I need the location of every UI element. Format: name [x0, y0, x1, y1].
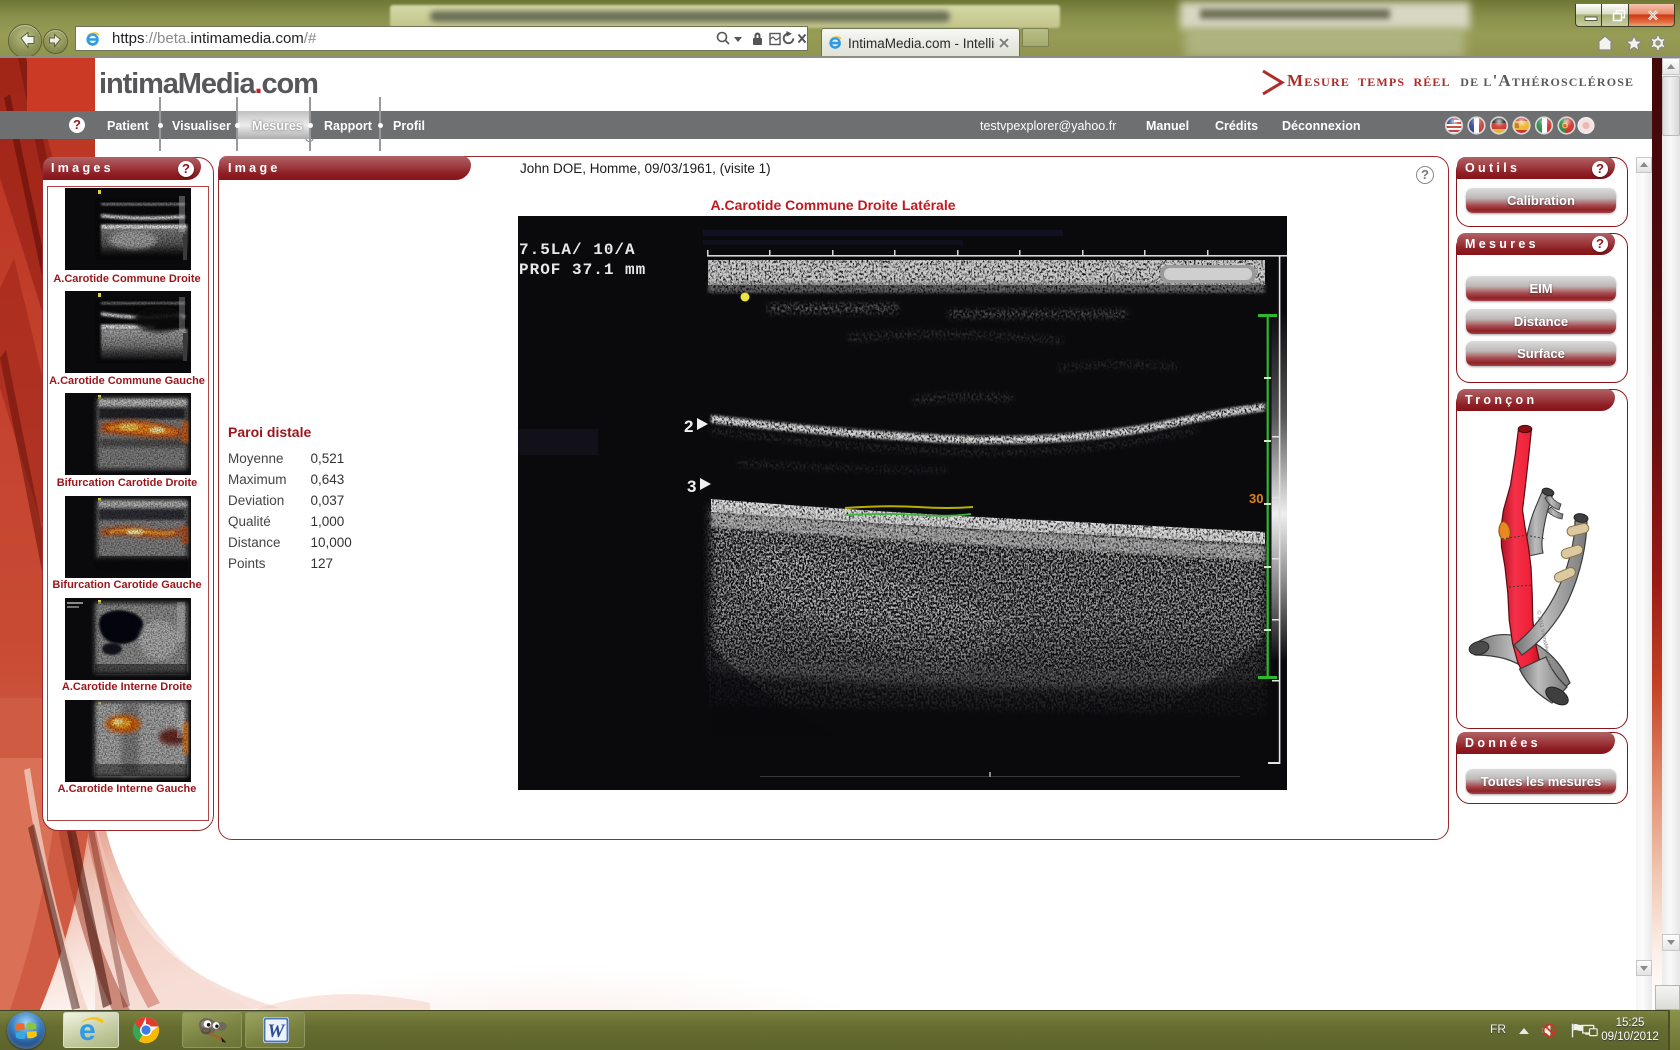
svg-text:PROF 37.1 mm: PROF 37.1 mm	[519, 261, 646, 279]
svg-text:3: 3	[687, 477, 696, 496]
svg-text:30: 30	[1249, 491, 1263, 506]
svg-text:W: W	[268, 1021, 286, 1042]
svg-text:2: 2	[684, 417, 693, 436]
svg-text:7.5LA/ 10/A: 7.5LA/ 10/A	[519, 241, 636, 259]
